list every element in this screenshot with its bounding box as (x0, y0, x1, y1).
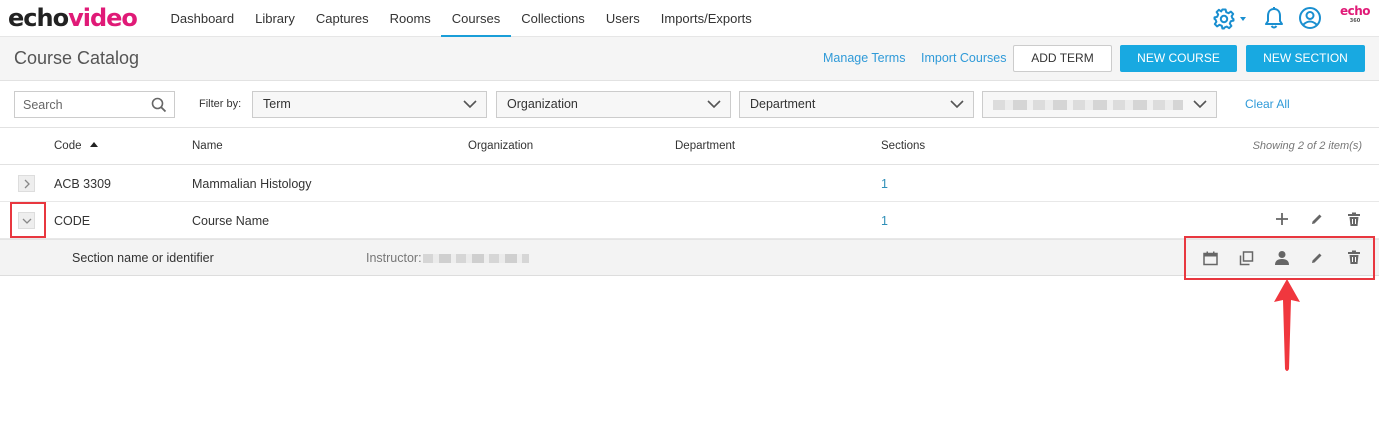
nav-rooms[interactable]: Rooms (379, 0, 441, 37)
column-name[interactable]: Name (192, 140, 223, 152)
course-name: Course Name (192, 214, 270, 228)
course-name: Mammalian Histology (192, 177, 312, 191)
section-count: 1 (881, 214, 888, 228)
nav-users[interactable]: Users (595, 0, 650, 37)
gear-icon (1213, 8, 1246, 30)
expander-highlight-box (10, 202, 46, 238)
table-header: Code Name Organization Department Sectio… (0, 128, 1379, 165)
section-row[interactable]: Section name or identifier Instructor: (0, 239, 1379, 276)
new-course-button[interactable]: NEW COURSE (1120, 45, 1237, 72)
filter-by-label: Filter by: (199, 98, 242, 110)
add-term-button[interactable]: ADD TERM (1013, 45, 1112, 72)
delete-course-icon[interactable] (1347, 212, 1361, 227)
nav-library[interactable]: Library (245, 0, 306, 37)
notifications-button[interactable] (1263, 6, 1285, 35)
user-circle-icon (1299, 7, 1321, 29)
section-name: Section name or identifier (72, 251, 214, 265)
chevron-down-icon (1193, 100, 1207, 109)
manage-terms-link[interactable]: Manage Terms (823, 51, 905, 65)
term-filter-select[interactable]: Term (252, 91, 487, 118)
search-icon[interactable] (151, 97, 167, 113)
nav-captures[interactable]: Captures (305, 0, 379, 37)
chevron-right-icon (24, 179, 30, 189)
settings-menu[interactable] (1212, 7, 1248, 36)
page-title: Course Catalog (14, 48, 140, 68)
term-filter-value: Term (263, 97, 291, 111)
bell-icon (1265, 7, 1283, 29)
chevron-down-icon (707, 100, 721, 109)
organization-filter-value: Organization (507, 97, 578, 111)
filter-bar: Filter by: Term Organization Department … (0, 81, 1379, 128)
course-code: CODE (54, 214, 91, 228)
echo360-logo: echo 360 (1339, 4, 1371, 25)
column-sections[interactable]: Sections (881, 140, 925, 152)
top-navigation: echovideo Dashboard Library Captures Roo… (0, 0, 1379, 37)
table-row[interactable]: ACB 3309 Mammalian Histology 1 (0, 165, 1379, 202)
page-header: Course Catalog Manage Terms Import Cours… (0, 37, 1379, 81)
department-filter-value: Department (750, 97, 816, 111)
department-filter-select[interactable]: Department (739, 91, 974, 118)
redacted-filter-select[interactable] (982, 91, 1217, 118)
column-code[interactable]: Code (54, 140, 99, 152)
clear-all-link[interactable]: Clear All (1245, 97, 1290, 111)
column-department[interactable]: Department (675, 140, 735, 152)
add-section-icon[interactable] (1275, 212, 1289, 226)
course-code: ACB 3309 (54, 177, 111, 191)
section-count: 1 (881, 177, 888, 191)
main-nav: Dashboard Library Captures Rooms Courses… (160, 0, 762, 37)
organization-filter-select[interactable]: Organization (496, 91, 731, 118)
showing-count: Showing 2 of 2 item(s) (1252, 140, 1362, 152)
instructor-label: Instructor: (366, 251, 422, 265)
chevron-down-icon (950, 100, 964, 109)
section-actions-highlight-box (1184, 236, 1375, 280)
expand-row-button[interactable] (18, 175, 35, 192)
nav-imports-exports[interactable]: Imports/Exports (650, 0, 762, 37)
import-courses-link[interactable]: Import Courses (921, 51, 1006, 65)
sort-ascending-icon (89, 142, 98, 147)
chevron-down-icon (463, 100, 477, 109)
instructor-name-redacted (423, 254, 529, 263)
search-box (14, 91, 175, 118)
table-row[interactable]: CODE Course Name 1 (0, 202, 1379, 239)
search-input[interactable] (15, 92, 145, 117)
redacted-value (993, 100, 1183, 110)
column-organization[interactable]: Organization (468, 140, 533, 152)
edit-course-icon[interactable] (1310, 212, 1324, 226)
nav-courses[interactable]: Courses (441, 0, 511, 37)
new-section-button[interactable]: NEW SECTION (1246, 45, 1365, 72)
nav-dashboard[interactable]: Dashboard (160, 0, 245, 37)
nav-collections[interactable]: Collections (511, 0, 596, 37)
annotation-arrow-icon (1274, 279, 1300, 371)
echovideo-logo[interactable]: echovideo (8, 4, 138, 32)
user-menu[interactable] (1298, 6, 1322, 35)
